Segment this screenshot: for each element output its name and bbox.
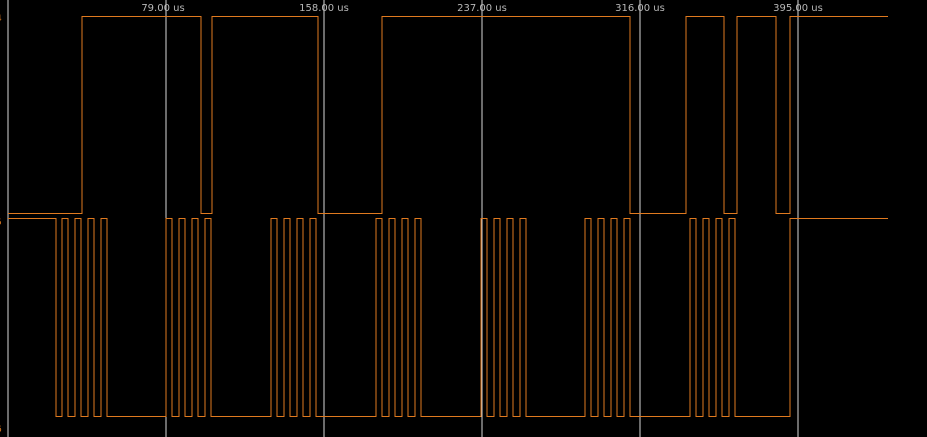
channel-5-trace	[8, 218, 888, 417]
time-tick-label: 316.00 us	[615, 3, 665, 14]
time-tick-label: 237.00 us	[457, 3, 507, 14]
logic-analyzer-viewer[interactable]: 79.00 us 158.00 us 237.00 us 316.00 us 3…	[0, 0, 927, 437]
channel-label-4[interactable]: 4	[0, 14, 2, 24]
channel-4-trace	[8, 16, 888, 214]
channel-label-6[interactable]: 6	[0, 425, 2, 435]
time-tick-labels: 79.00 us 158.00 us 237.00 us 316.00 us 3…	[141, 3, 823, 14]
waveform-canvas[interactable]: 79.00 us 158.00 us 237.00 us 316.00 us 3…	[0, 0, 927, 437]
time-tick-label: 395.00 us	[773, 3, 823, 14]
time-tick-label: 158.00 us	[299, 3, 349, 14]
time-tick-label: 79.00 us	[141, 3, 184, 14]
channel-labels: 4 5 6	[0, 14, 2, 435]
channel-label-5[interactable]: 5	[0, 218, 2, 228]
